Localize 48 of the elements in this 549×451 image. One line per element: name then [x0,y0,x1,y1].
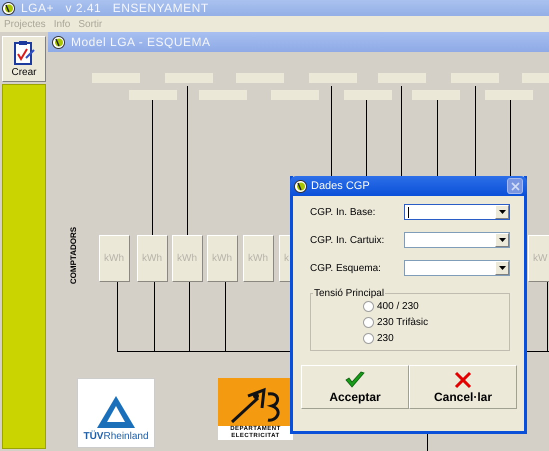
dropdown-button[interactable] [495,261,509,275]
clipboard-icon [12,40,36,66]
dialog-title: Dades CGP [311,180,371,192]
radio-label: 230 [377,333,394,344]
radio-button[interactable] [363,317,374,328]
label-slot [451,73,499,83]
field-label: CGP. Esquema: [310,262,381,274]
radio-button[interactable] [363,333,374,344]
label-slot [344,90,392,100]
label-slot [199,90,247,100]
label-slot [309,73,357,83]
caret-icon [498,210,506,214]
cancel-button[interactable]: Cancel·lar [409,365,517,409]
close-icon [510,182,520,190]
radio-button[interactable] [363,301,374,312]
window-title: Model LGA - ESQUEMA [71,35,211,49]
label-slot [129,90,177,100]
field-label: CGP. In. Base: [310,206,376,218]
dropdown-button[interactable] [495,205,509,219]
label-slot [412,90,460,100]
window-title: LGA+ v 2.41 ENSENYAMENT [21,1,209,15]
app-icon [52,36,65,48]
label-slot [92,73,140,83]
accept-button[interactable]: Acceptar [301,365,409,409]
close-icon [453,370,473,388]
check-icon [345,370,365,388]
text-cursor [408,206,409,218]
radio-label: 230 Trifàsic [377,317,428,328]
app-icon [2,2,15,14]
label-slot [236,73,284,83]
label-slot [485,90,533,100]
app-icon [294,180,307,192]
section-label: COMPTADORS [70,226,78,284]
group-title: Tensió Principal [313,288,386,299]
dropdown-field[interactable] [404,204,510,220]
close-button[interactable] [507,178,523,194]
field-label: CGP. In. Cartuix: [310,234,384,246]
radio-label: 400 / 230 [377,301,419,312]
caret-icon [498,266,506,270]
logo-text: TÜVRheinland [83,431,149,442]
dropdown-field[interactable] [404,232,510,248]
label-slot [165,73,213,83]
label-slot [378,73,426,83]
dropdown-button[interactable] [495,233,509,247]
create-button[interactable]: Crear [2,36,46,82]
caret-icon [498,238,506,242]
label-slot [271,90,319,100]
dropdown-field[interactable] [404,260,510,276]
